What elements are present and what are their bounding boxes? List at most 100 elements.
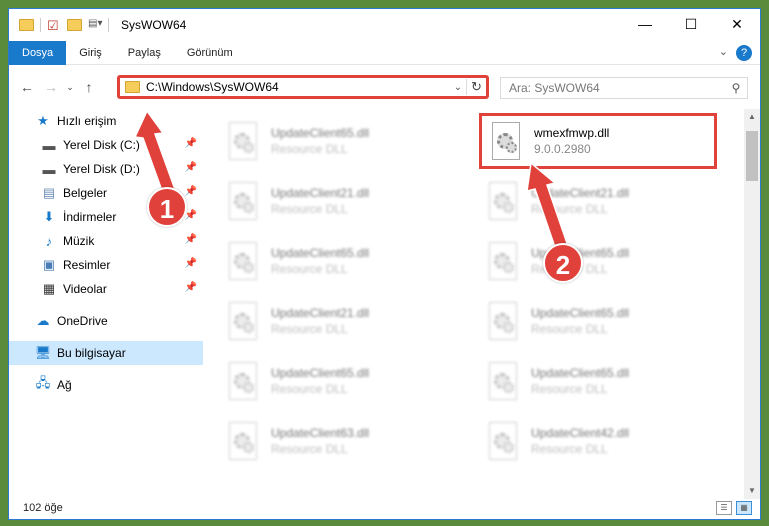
drive-icon: ▬ bbox=[42, 161, 56, 177]
dll-file-icon bbox=[225, 300, 261, 342]
close-button[interactable]: ✕ bbox=[714, 9, 760, 39]
window-title: SysWOW64 bbox=[121, 18, 187, 32]
list-item[interactable]: UpdateClient42.dll Resource DLL bbox=[479, 417, 709, 465]
pin-icon[interactable]: 📌 bbox=[185, 282, 197, 293]
tab-file[interactable]: Dosya bbox=[9, 40, 67, 65]
sidebar-item-onedrive[interactable]: ☁ OneDrive bbox=[9, 309, 203, 333]
scroll-up-icon[interactable]: ▲ bbox=[744, 109, 760, 125]
explorer-window: ☑ ▤▾ SysWOW64 — ☐ ✕ Dosya Giriş Paylaş G… bbox=[8, 8, 761, 520]
star-icon: ★ bbox=[37, 113, 49, 128]
navigation-pane: ★ Hızlı erişim ▬ Yerel Disk (C:) 📌 ▬ Yer… bbox=[9, 109, 203, 499]
folder-icon bbox=[125, 81, 140, 93]
sidebar-item-pictures[interactable]: ▣ Resimler 📌 bbox=[9, 253, 203, 277]
list-item[interactable]: UpdateClient21.dll Resource DLL bbox=[219, 177, 449, 225]
dll-file-icon bbox=[225, 420, 261, 462]
sidebar-item-label: OneDrive bbox=[57, 314, 108, 328]
dll-file-icon bbox=[225, 240, 261, 282]
minimize-button[interactable]: — bbox=[622, 9, 668, 39]
music-icon: ♪ bbox=[45, 233, 53, 249]
drive-icon: ▬ bbox=[42, 137, 56, 153]
expand-ribbon-icon[interactable]: ⌄ bbox=[719, 45, 728, 58]
tab-share[interactable]: Paylaş bbox=[115, 41, 174, 65]
help-icon[interactable]: ? bbox=[736, 45, 752, 61]
network-icon: 🖧 bbox=[35, 375, 51, 390]
search-icon[interactable]: ⚲ bbox=[725, 81, 747, 95]
list-item[interactable]: UpdateClient21.dll Resource DLL bbox=[219, 297, 449, 345]
vertical-scrollbar[interactable]: ▲ ▼ bbox=[744, 109, 760, 499]
list-item[interactable]: UpdateClient65.dllResource DLL bbox=[479, 237, 709, 285]
back-arrow-icon[interactable]: ← bbox=[15, 79, 39, 95]
pictures-icon: ▣ bbox=[42, 257, 56, 272]
scroll-thumb[interactable] bbox=[746, 131, 758, 181]
videos-icon: ▦ bbox=[42, 281, 56, 296]
cloud-icon: ☁ bbox=[36, 313, 50, 328]
list-item[interactable]: UpdateClient63.dll Resource DLL bbox=[219, 417, 449, 465]
documents-icon: ▤ bbox=[42, 185, 56, 200]
tab-home[interactable]: Giriş bbox=[66, 41, 115, 65]
address-path[interactable]: C:\Windows\SysWOW64 bbox=[146, 80, 450, 94]
computer-icon: 🖥 bbox=[34, 345, 52, 360]
details-view-icon[interactable]: ☰ bbox=[716, 501, 732, 515]
sidebar-item-label: Videolar bbox=[63, 282, 107, 296]
sidebar-item-label: Hızlı erişim bbox=[57, 114, 117, 128]
sidebar-item-label: Yerel Disk (D:) bbox=[63, 162, 140, 176]
sidebar-item-label: Belgeler bbox=[63, 186, 108, 200]
sidebar-item-label: İndirmeler bbox=[63, 210, 117, 224]
list-item[interactable]: UpdateClient65.dllResource DLL bbox=[479, 297, 709, 345]
customize-toolbar-icon[interactable]: ▤▾ bbox=[88, 18, 102, 32]
sidebar-item-videos[interactable]: ▦ Videolar 📌 bbox=[9, 277, 203, 301]
sidebar-item-label: Müzik bbox=[63, 234, 95, 248]
download-icon: ⬇ bbox=[43, 209, 55, 224]
dll-file-icon bbox=[225, 180, 261, 222]
sidebar-item-label: Ağ bbox=[57, 378, 72, 392]
view-switcher: ☰ ▦ bbox=[716, 501, 752, 515]
address-dropdown-icon[interactable]: ⌄ bbox=[450, 82, 466, 93]
dll-file-icon bbox=[485, 240, 521, 282]
dll-file-icon bbox=[488, 120, 524, 162]
pin-icon[interactable]: 📌 bbox=[185, 234, 197, 245]
search-input[interactable]: Ara: SysWOW64 bbox=[501, 81, 725, 95]
sidebar-item-label: Bu bilgisayar bbox=[57, 346, 126, 360]
recent-locations-icon[interactable]: ⌄ bbox=[63, 82, 77, 93]
sidebar-item-this-pc[interactable]: 🖥 Bu bilgisayar bbox=[9, 341, 203, 365]
dll-file-icon bbox=[485, 180, 521, 222]
maximize-button[interactable]: ☐ bbox=[668, 9, 714, 39]
step-2-badge: 2 bbox=[543, 243, 583, 283]
tab-view[interactable]: Görünüm bbox=[174, 41, 246, 65]
list-item[interactable]: UpdateClient65.dllResource DLL bbox=[219, 237, 449, 285]
sidebar-item-local-disk-c[interactable]: ▬ Yerel Disk (C:) 📌 bbox=[9, 133, 203, 157]
address-bar[interactable]: C:\Windows\SysWOW64 ⌄ ↻ bbox=[117, 75, 489, 99]
ribbon-tabs: Dosya Giriş Paylaş Görünüm ⌄ ? bbox=[9, 40, 760, 65]
highlighted-file-item[interactable]: wmexfmwp.dll 9.0.0.2980 bbox=[479, 113, 717, 169]
folder-icon bbox=[19, 19, 34, 31]
pin-icon[interactable]: 📌 bbox=[185, 162, 197, 173]
navigation-bar: ← → ⌄ ↑ C:\Windows\SysWOW64 ⌄ ↻ Ara: Sys… bbox=[9, 69, 760, 105]
up-arrow-icon[interactable]: ↑ bbox=[77, 79, 101, 95]
sidebar-item-music[interactable]: ♪ Müzik 📌 bbox=[9, 229, 203, 253]
properties-icon[interactable]: ☑ bbox=[47, 18, 61, 33]
pin-icon[interactable]: 📌 bbox=[185, 138, 197, 149]
pin-icon[interactable]: 📌 bbox=[185, 186, 197, 197]
separator bbox=[40, 18, 41, 32]
title-bar: ☑ ▤▾ SysWOW64 — ☐ ✕ bbox=[9, 9, 760, 41]
sidebar-item-quick-access[interactable]: ★ Hızlı erişim bbox=[9, 109, 203, 133]
sidebar-item-network[interactable]: 🖧 Ağ bbox=[9, 373, 203, 397]
tiles-view-icon[interactable]: ▦ bbox=[736, 501, 752, 515]
window-controls: — ☐ ✕ bbox=[622, 9, 760, 39]
step-1-badge: 1 bbox=[147, 187, 187, 227]
dll-file-icon bbox=[225, 360, 261, 402]
search-box[interactable]: Ara: SysWOW64 ⚲ bbox=[500, 77, 748, 99]
list-item[interactable]: UpdateClient65.dllResource DLL bbox=[219, 117, 449, 165]
sidebar-item-local-disk-d[interactable]: ▬ Yerel Disk (D:) 📌 bbox=[9, 157, 203, 181]
list-item[interactable]: UpdateClient21.dll Resource DLL bbox=[479, 177, 709, 225]
pin-icon[interactable]: 📌 bbox=[185, 258, 197, 269]
file-name: wmexfmwp.dll bbox=[534, 126, 610, 140]
refresh-icon[interactable]: ↻ bbox=[466, 79, 486, 95]
list-item[interactable]: UpdateClient65.dllResource DLL bbox=[479, 357, 709, 405]
status-bar: 102 öğe ☰ ▦ bbox=[9, 497, 760, 519]
new-folder-icon[interactable] bbox=[67, 19, 82, 31]
dll-file-icon bbox=[485, 300, 521, 342]
list-item[interactable]: UpdateClient65.dllResource DLL bbox=[219, 357, 449, 405]
forward-arrow-icon[interactable]: → bbox=[39, 79, 63, 95]
separator bbox=[108, 18, 109, 32]
